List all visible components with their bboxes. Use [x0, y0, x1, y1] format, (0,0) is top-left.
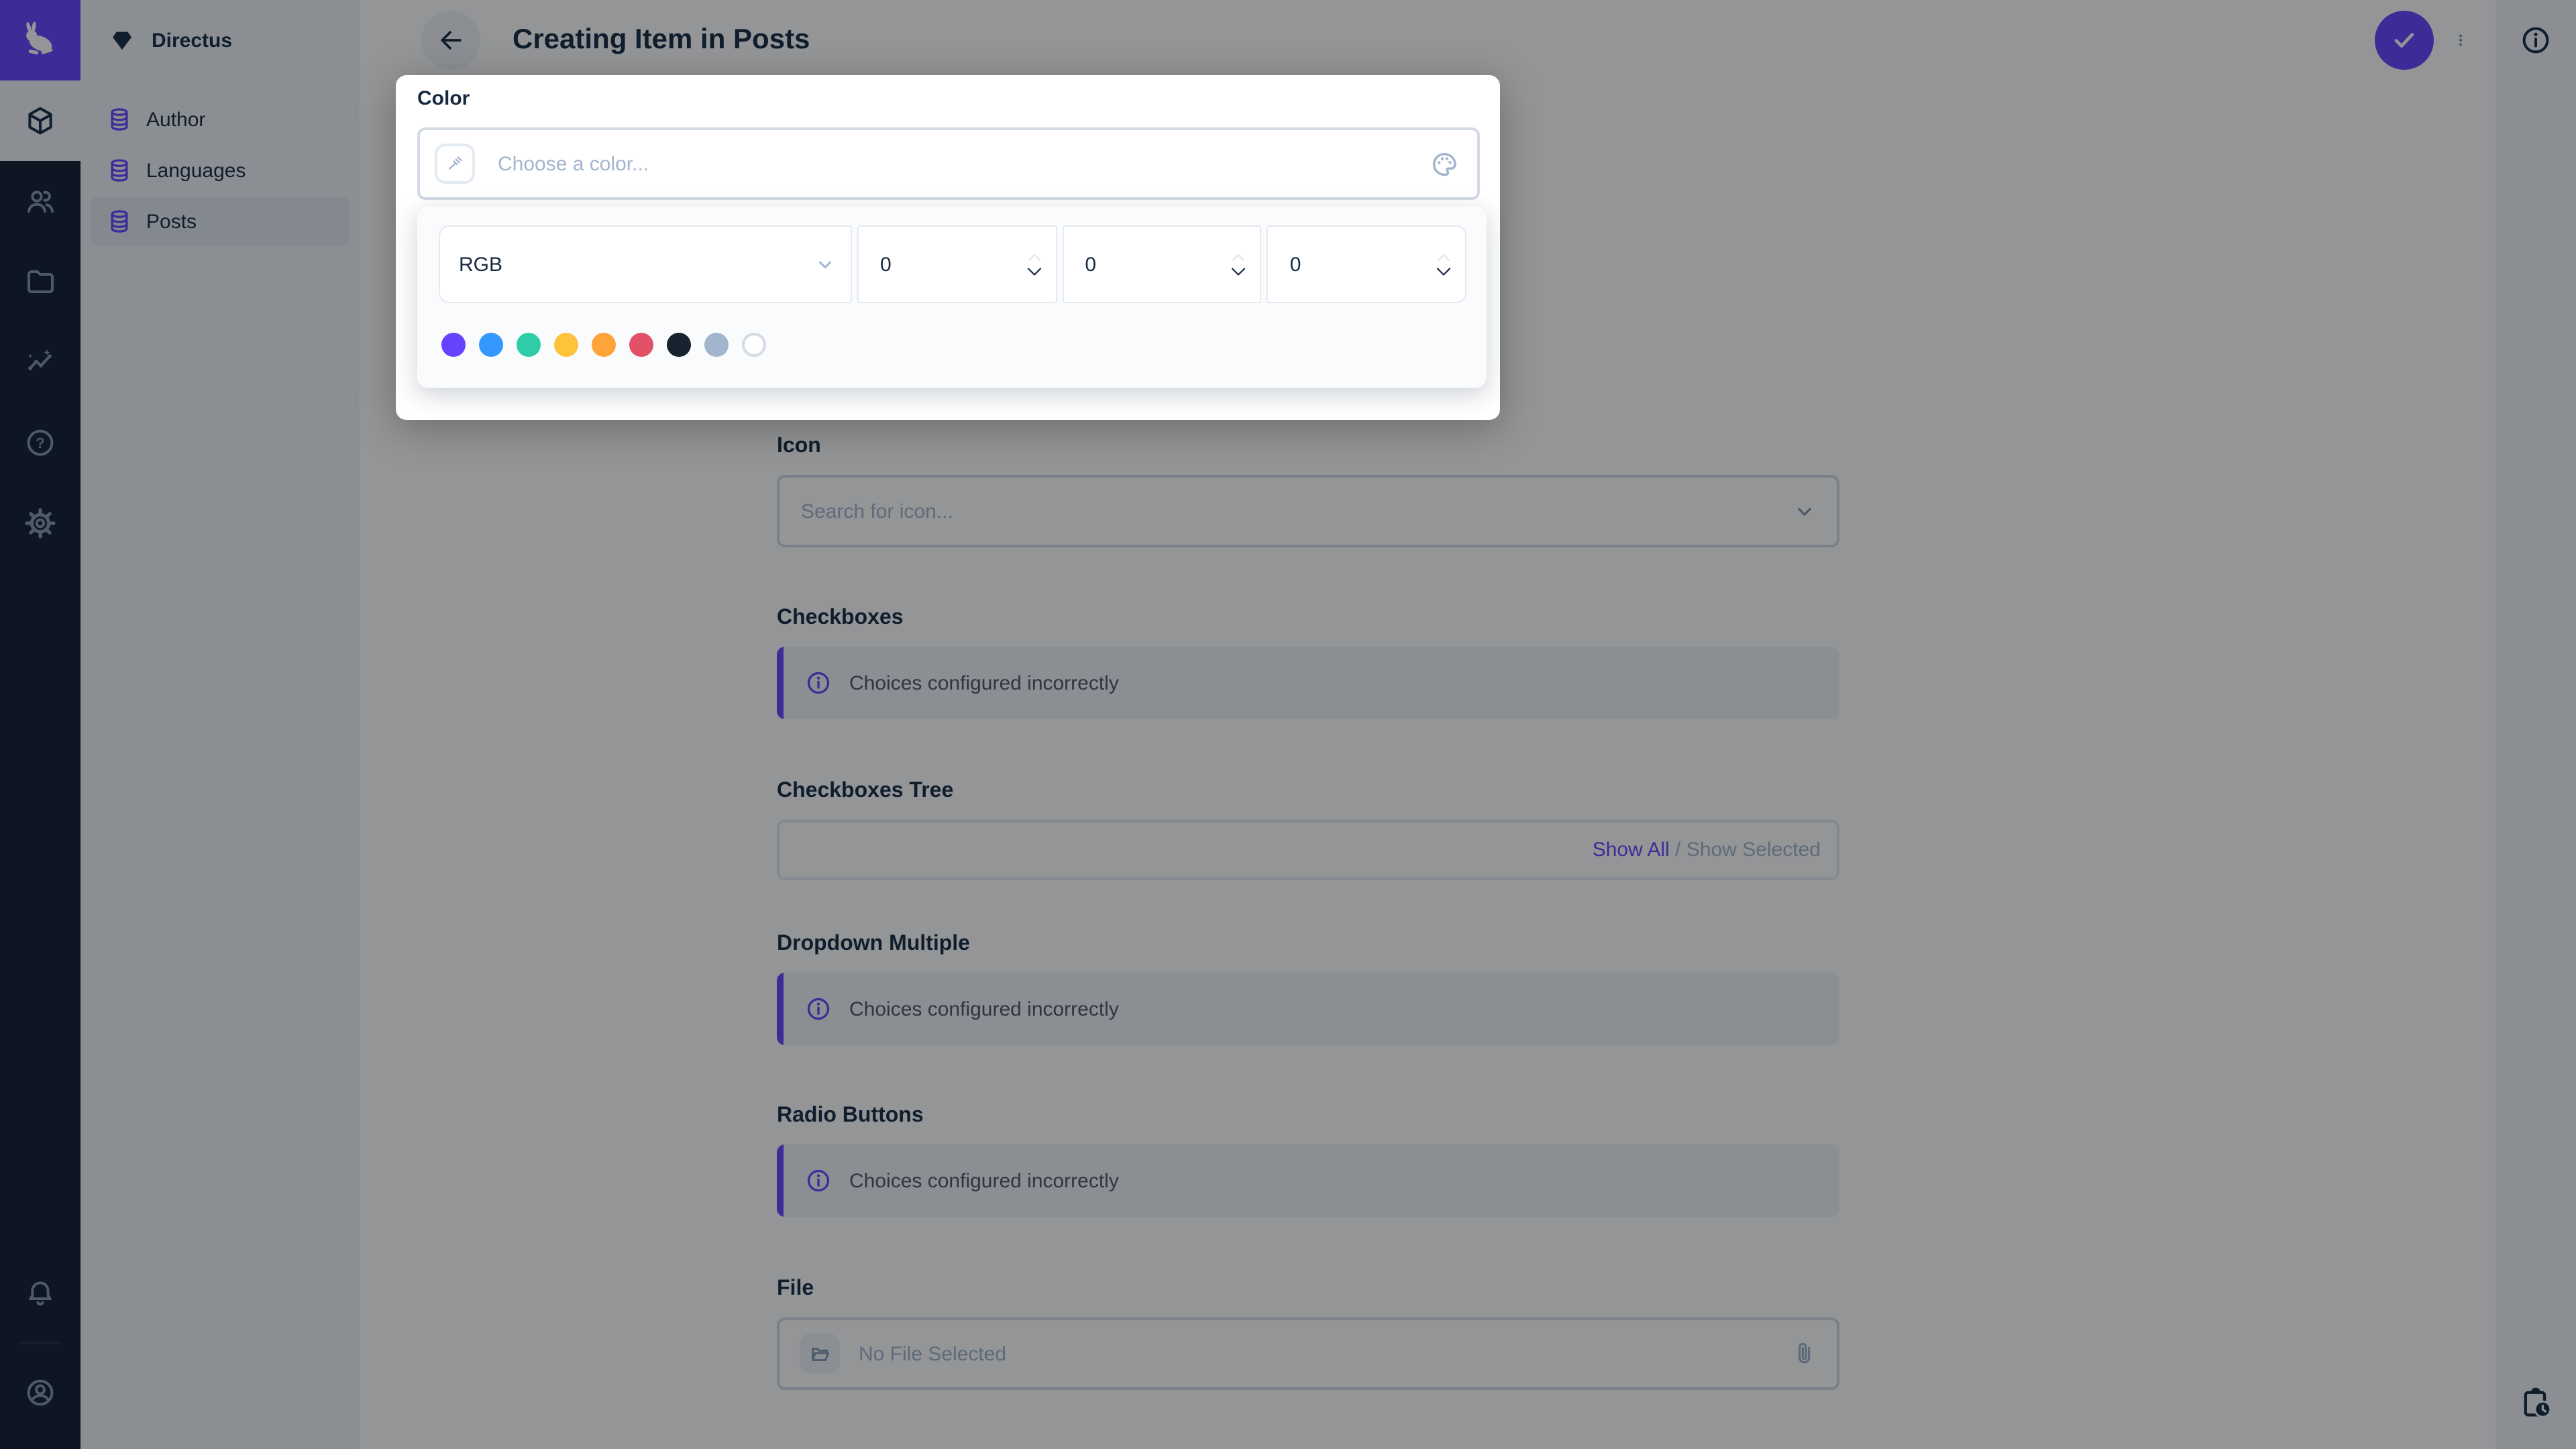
eyedropper-button[interactable]: [435, 144, 475, 184]
color-swatch[interactable]: [629, 333, 653, 357]
chevron-down-icon: [813, 252, 837, 276]
color-swatch[interactable]: [742, 333, 766, 357]
channel-input-r[interactable]: [857, 225, 1057, 303]
stepper-down-icon[interactable]: [1230, 265, 1248, 277]
stepper-up-icon[interactable]: [1231, 252, 1247, 262]
channel-row: RGB: [439, 225, 1467, 303]
color-picker-menu: RGB: [417, 207, 1487, 388]
color-swatch[interactable]: [441, 333, 466, 357]
stepper-up-icon[interactable]: [1436, 252, 1452, 262]
color-swatch[interactable]: [592, 333, 616, 357]
color-mode-select[interactable]: RGB: [439, 225, 852, 303]
color-swatch[interactable]: [667, 333, 691, 357]
channel-input-b[interactable]: [1267, 225, 1467, 303]
stepper-down-icon[interactable]: [1024, 265, 1043, 277]
field-label: Color: [417, 87, 470, 110]
color-swatch[interactable]: [517, 333, 541, 357]
preset-swatches: [441, 333, 766, 357]
channel-value-g[interactable]: [1082, 252, 1136, 277]
color-input-field[interactable]: [417, 127, 1480, 200]
color-field-popup: Color RGB: [396, 75, 1500, 420]
stepper-up-icon[interactable]: [1026, 252, 1042, 262]
palette-icon[interactable]: [1430, 150, 1458, 178]
color-swatch[interactable]: [554, 333, 578, 357]
color-mode-value: RGB: [459, 253, 503, 276]
color-swatch[interactable]: [479, 333, 503, 357]
channel-value-r[interactable]: [877, 252, 931, 277]
channel-input-g[interactable]: [1062, 225, 1262, 303]
eyedropper-icon: [449, 156, 462, 170]
stepper-down-icon[interactable]: [1434, 265, 1453, 277]
color-swatch[interactable]: [704, 333, 729, 357]
color-value-input[interactable]: [495, 151, 1430, 176]
app-window: ? Directus Author Languages Posts Creati…: [0, 0, 2576, 1449]
channel-value-b[interactable]: [1287, 252, 1341, 277]
